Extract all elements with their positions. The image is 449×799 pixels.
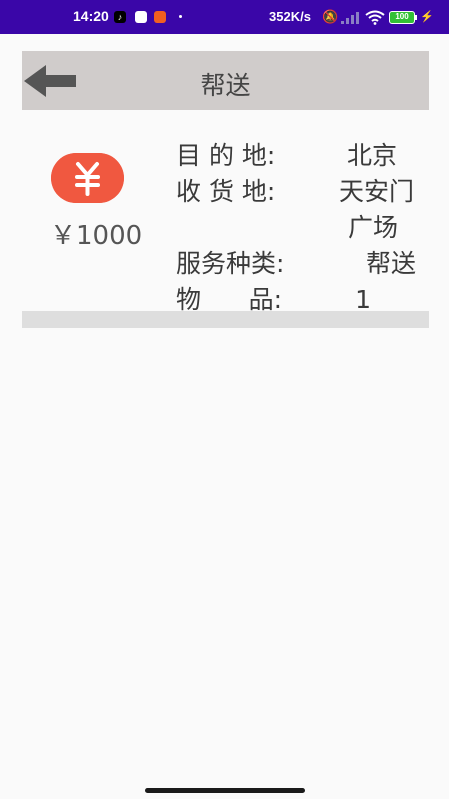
status-bar: 14:20 ♪ 352K/s 🔕 100 ⚡ (0, 0, 449, 34)
destination-value: 北京 (346, 141, 397, 170)
pickup-value: 天安门 (338, 177, 414, 206)
destination-row: 目 的 地: 北京 (176, 138, 429, 174)
wifi-icon (365, 10, 385, 25)
order-price: ￥1000 (50, 221, 143, 251)
home-indicator[interactable] (145, 788, 305, 793)
header-bar: 帮送 (22, 51, 429, 110)
order-details: 目 的 地: 北京 收 货 地: 天安门 广场 服务种类: 帮送 物 品: 1 (176, 138, 429, 318)
order-card[interactable]: ￥1000 目 的 地: 北京 收 货 地: 天安门 广场 服务种类: 帮送 物… (22, 110, 429, 314)
page-title: 帮送 (200, 71, 251, 100)
pickup-value-continued: 广场 (347, 213, 398, 242)
status-time: 14:20 (73, 8, 109, 24)
signal-icon (341, 12, 359, 24)
mi-icon (154, 11, 166, 23)
service-label: 服务种类: (176, 249, 285, 278)
pickup-row-continued: 广场 (176, 210, 429, 246)
battery-icon: 100 (389, 11, 415, 24)
service-row: 服务种类: 帮送 (176, 246, 429, 282)
service-value: 帮送 (365, 249, 416, 278)
pickup-row: 收 货 地: 天安门 (176, 174, 429, 210)
pickup-label: 收 货 地: (176, 177, 276, 206)
tiktok-icon: ♪ (114, 11, 126, 23)
charging-icon: ⚡ (420, 11, 434, 23)
divider (22, 311, 429, 328)
destination-label: 目 的 地: (176, 141, 276, 170)
notification-dot-icon (179, 15, 182, 18)
network-speed: 352K/s (269, 9, 311, 24)
yuan-icon (51, 153, 124, 203)
bell-muted-icon: 🔕 (322, 9, 339, 24)
app-icon (135, 11, 147, 23)
battery-tip (415, 15, 417, 20)
